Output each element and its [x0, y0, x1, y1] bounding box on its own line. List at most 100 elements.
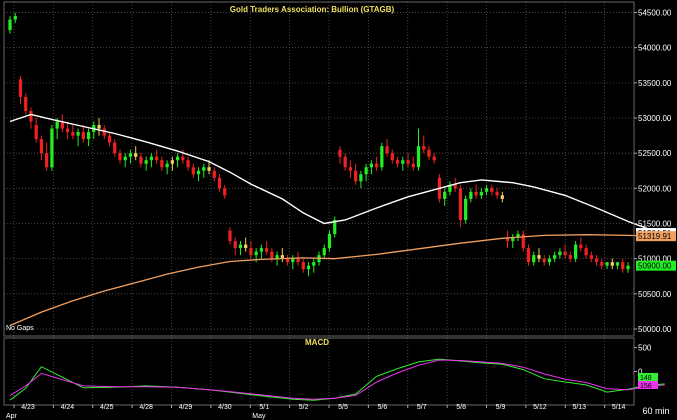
candle-body: [238, 244, 243, 249]
candle-body: [233, 241, 237, 249]
candle-body: [107, 135, 112, 143]
date-tick-label: 4/24: [61, 404, 75, 411]
candle-body: [594, 258, 599, 263]
candle-body: [547, 258, 552, 263]
candle-body: [191, 167, 195, 175]
date-tick-label: 5/1: [259, 404, 269, 411]
candle-body: [50, 128, 54, 168]
price-tick-label: 53500.00: [638, 79, 672, 88]
candle-body: [296, 258, 300, 263]
date-tick-label: 4/23: [21, 404, 35, 411]
candle-body: [118, 153, 122, 161]
candle-body: [291, 258, 295, 263]
candle-body: [479, 191, 483, 196]
candle-body: [354, 170, 358, 182]
candle-body: [474, 191, 478, 196]
no-gaps-note: No Gaps: [6, 325, 34, 332]
time-frame-label[interactable]: 60 min: [642, 406, 669, 416]
candle-body: [574, 244, 578, 259]
candle-body: [584, 248, 588, 256]
price-tick-label: 50000.00: [638, 325, 672, 334]
price-tick-label: 52500.00: [638, 149, 672, 158]
candle-body: [97, 125, 101, 129]
candle-body: [526, 248, 531, 263]
date-tick-label: 5/13: [572, 404, 586, 411]
candle-body: [343, 156, 347, 168]
candle-body: [406, 160, 410, 164]
candle-body: [212, 170, 216, 178]
candle-body: [464, 198, 468, 220]
candle-body: [500, 195, 504, 199]
price-tick-label: 51500.00: [638, 219, 672, 228]
candle-body: [65, 128, 70, 133]
candle-body: [553, 255, 557, 259]
candle-body: [395, 160, 400, 164]
candle-body: [223, 188, 227, 196]
date-tick-label: 5/14: [612, 404, 626, 411]
date-tick-label: 4/30: [218, 404, 232, 411]
candle-body: [13, 16, 17, 20]
price-tick-label: 52000.00: [638, 184, 672, 193]
price-tick-label: 53000.00: [638, 114, 672, 123]
date-tick-label: 5/8: [456, 404, 466, 411]
candle-body: [610, 262, 614, 266]
price-tick-label: 54500.00: [638, 9, 672, 18]
candle-body: [196, 170, 201, 175]
date-tick-label: 4/29: [179, 404, 193, 411]
date-tick-label: 4/28: [139, 404, 153, 411]
candle-body: [301, 262, 305, 270]
candle-body: [175, 156, 180, 161]
last-price-tag: 50900.00: [638, 262, 672, 271]
candle-body: [144, 160, 148, 164]
candle-body: [390, 153, 394, 161]
candle-body: [432, 156, 436, 161]
date-tick-label: 5/5: [338, 404, 348, 411]
candle-body: [270, 251, 274, 259]
candle-body: [563, 251, 567, 256]
candle-body: [542, 258, 546, 263]
slow-average-tag: 51319.91: [638, 232, 672, 241]
candle-body: [81, 132, 85, 140]
candle-body: [380, 146, 384, 168]
candle-body: [149, 156, 154, 161]
candle-body: [558, 251, 562, 256]
candle-body: [123, 156, 127, 161]
candle-body: [537, 255, 541, 259]
candle-body: [443, 191, 447, 199]
price-tick-label: 50500.00: [638, 290, 672, 299]
candle-body: [348, 167, 353, 171]
candle-body: [29, 110, 33, 122]
candle-body: [259, 248, 264, 252]
candle-body: [76, 132, 80, 136]
candle-body: [228, 230, 232, 242]
chart-window: 50000.0050500.0051000.0051500.0052000.00…: [0, 0, 677, 420]
candle-body: [458, 188, 463, 220]
candle-body: [8, 19, 12, 31]
date-tick-label: 5/9: [496, 404, 506, 411]
candle-body: [327, 234, 332, 249]
candle-body: [484, 188, 489, 192]
candle-body: [275, 255, 279, 259]
candle-body: [579, 244, 583, 249]
candle-body: [306, 265, 311, 270]
candle-body: [254, 251, 258, 256]
candle-body: [369, 163, 373, 168]
candle-body: [55, 121, 59, 129]
candle-body: [532, 255, 536, 263]
candle-body: [416, 146, 421, 168]
candle-body: [359, 174, 363, 182]
candle-body: [322, 248, 326, 256]
candle-body: [385, 146, 389, 154]
candle-body: [244, 244, 248, 249]
candle-body: [186, 160, 190, 168]
chart-title: Gold Traders Association: Bullion (GTAGB…: [230, 5, 395, 14]
candle-body: [265, 248, 269, 252]
candle-body: [338, 149, 342, 157]
candle-body: [134, 153, 138, 157]
candle-body: [615, 262, 620, 266]
candle-body: [181, 156, 185, 161]
candle-body: [202, 167, 206, 171]
candle-body: [411, 163, 415, 168]
macd-value-tag: 156: [640, 383, 652, 390]
candle-body: [249, 248, 253, 256]
